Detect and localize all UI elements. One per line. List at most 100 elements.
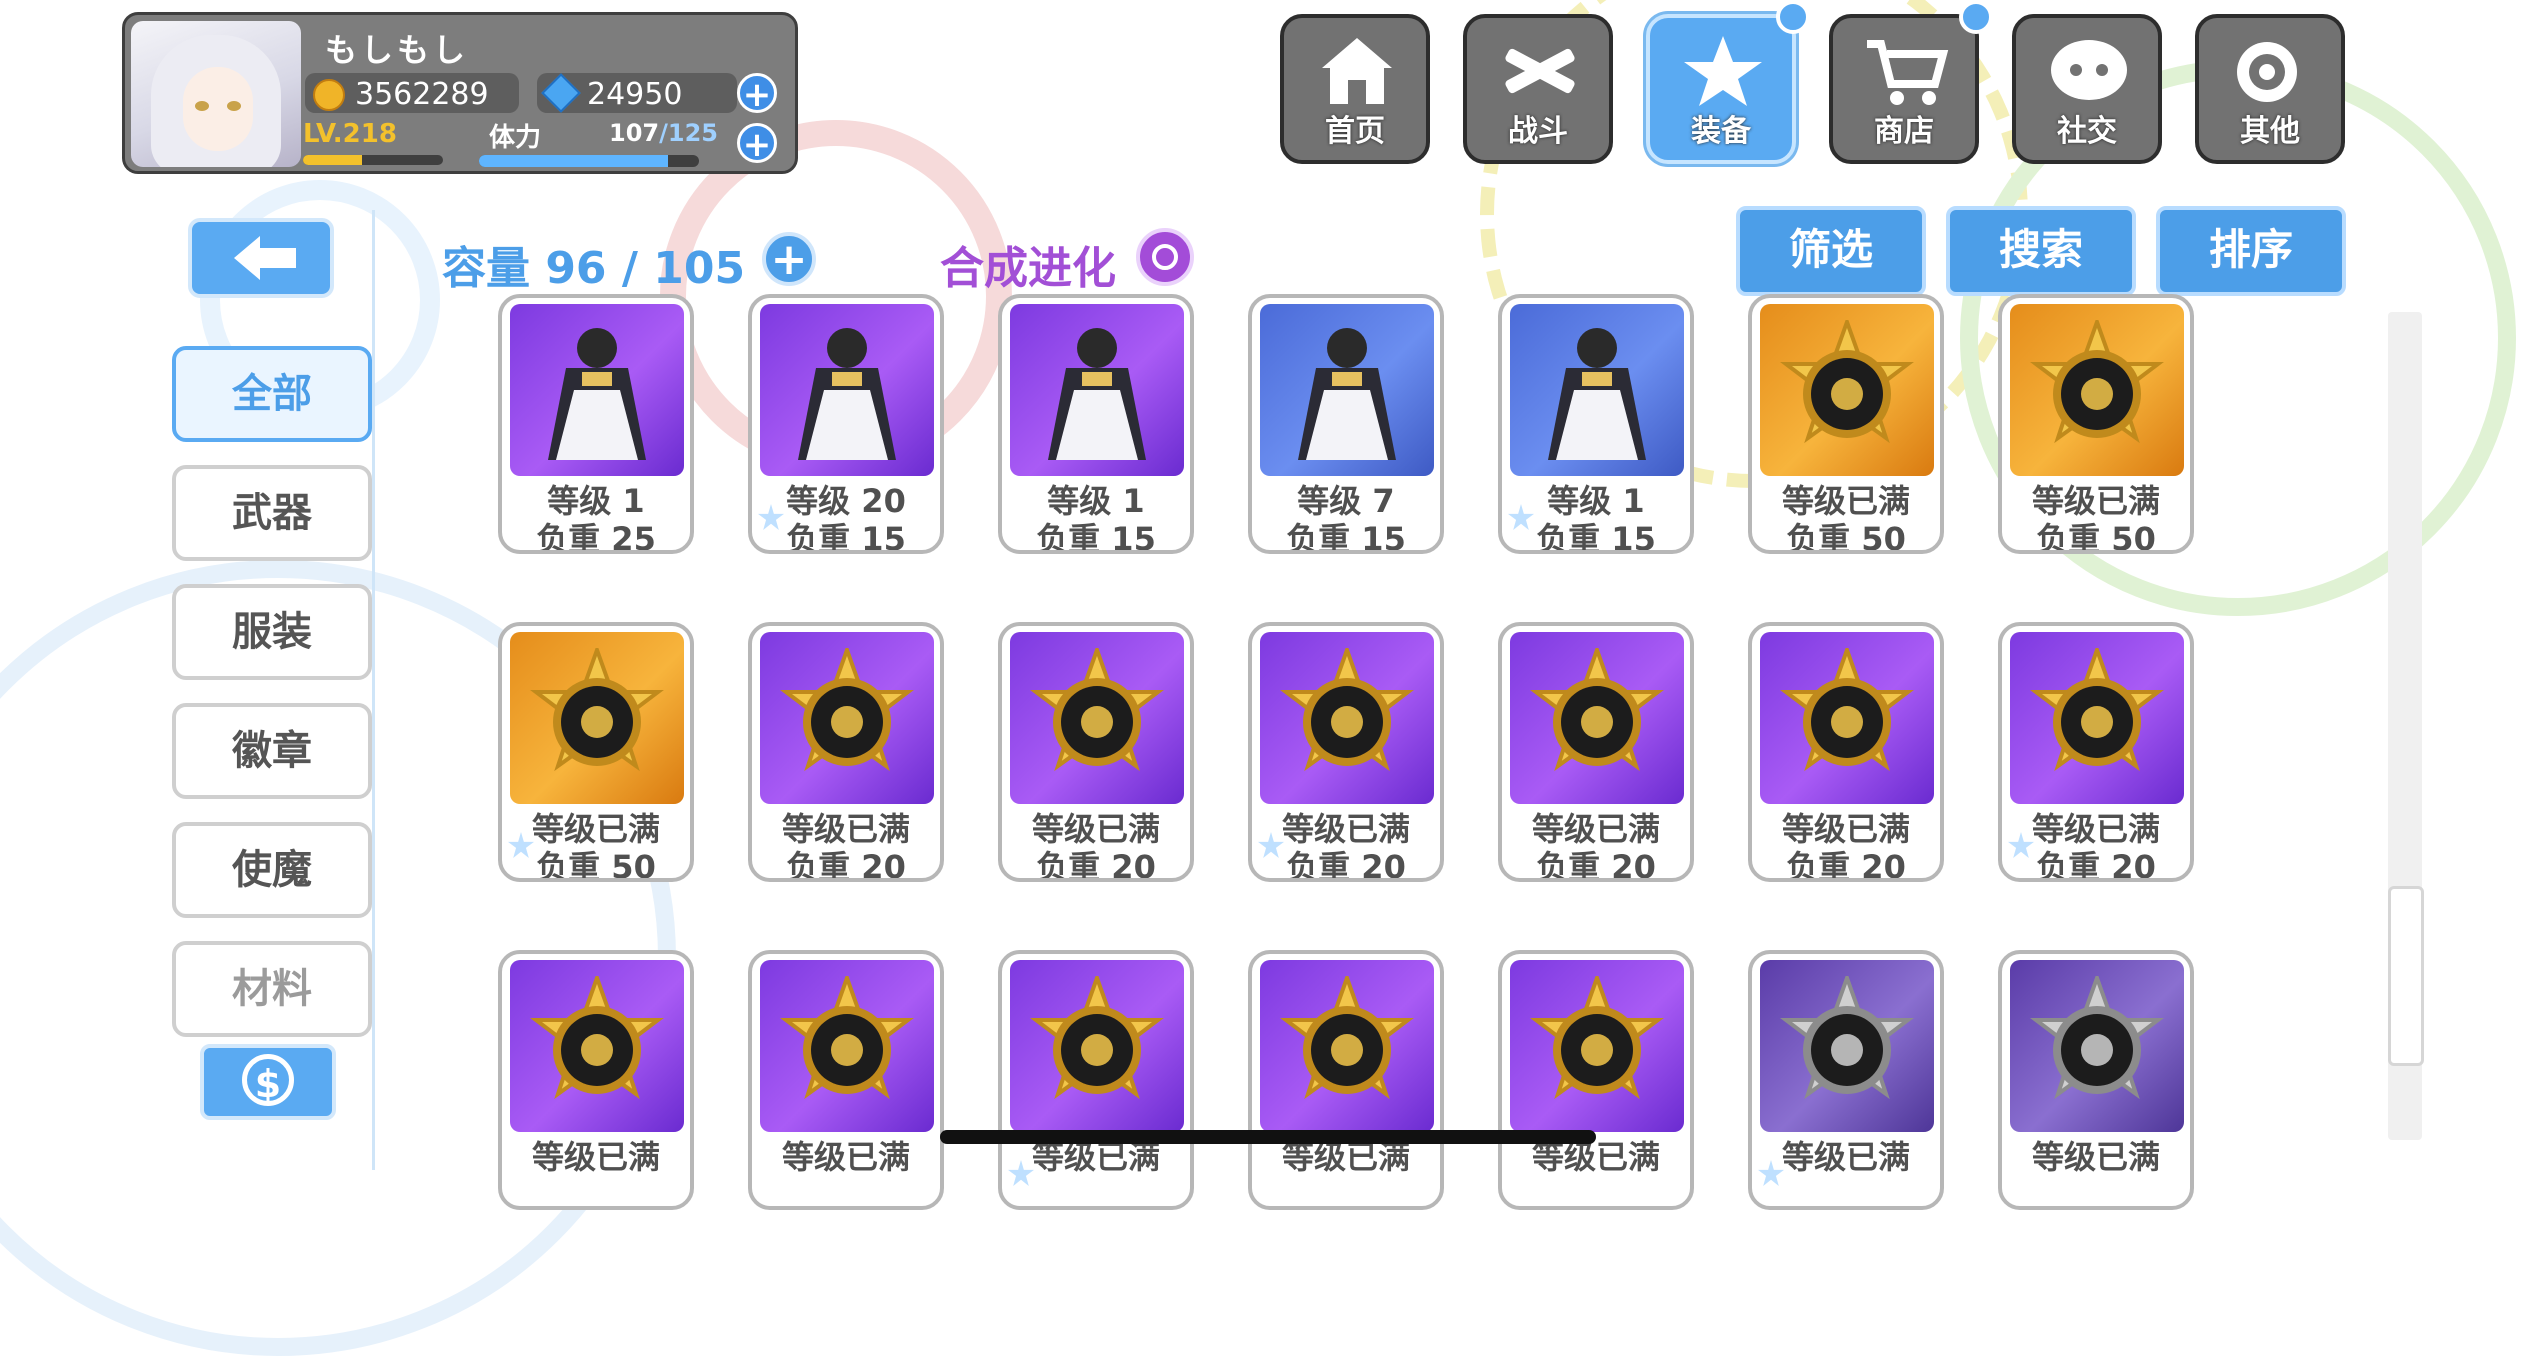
username: もしもし	[325, 31, 470, 69]
back-button[interactable]	[188, 218, 334, 298]
item-thumbnail	[1760, 960, 1934, 1132]
synthesis-icon[interactable]	[1136, 228, 1194, 286]
inventory-item-card[interactable]: 等级 1 负重 15	[998, 294, 1194, 554]
item-weight: 负重 15	[1286, 520, 1406, 554]
badge-medal-icon	[2030, 320, 2164, 444]
sidebar-tab-5[interactable]: 材料	[172, 941, 372, 1037]
inventory-item-card[interactable]: 等级已满 负重 50	[1748, 294, 1944, 554]
item-thumbnail	[1010, 304, 1184, 476]
costume-icon	[798, 328, 896, 460]
inventory-item-card[interactable]: 等级 20 负重 15	[748, 294, 944, 554]
nav-button-4[interactable]: 社交	[2012, 14, 2162, 164]
add-gems-button[interactable]: +	[737, 73, 777, 114]
item-weight: 负重 20	[1536, 848, 1656, 882]
inventory-item-card[interactable]: 等级已满 负重 20	[998, 622, 1194, 882]
notification-dot	[1959, 0, 1993, 34]
inventory-item-card[interactable]: 等级已满	[998, 950, 1194, 1210]
item-thumbnail	[1010, 960, 1184, 1132]
item-thumbnail	[760, 304, 934, 476]
inventory-item-card[interactable]: 等级已满	[1748, 950, 1944, 1210]
sidebar-tab-0[interactable]: 全部	[172, 346, 372, 442]
item-thumbnail	[1760, 304, 1934, 476]
coin-icon	[313, 79, 345, 111]
item-thumbnail	[1510, 304, 1684, 476]
nav-button-1[interactable]: 战斗	[1463, 14, 1613, 164]
costume-icon	[548, 328, 646, 460]
inventory-item-card[interactable]: 等级已满 负重 50	[1998, 294, 2194, 554]
currency-button[interactable]	[200, 1044, 336, 1120]
badge-medal-icon	[1030, 976, 1164, 1100]
badge-medal-icon	[1530, 648, 1664, 772]
nav-label: 其他	[2240, 114, 2300, 149]
inventory-item-card[interactable]: 等级已满	[1998, 950, 2194, 1210]
item-weight: 负重 20	[786, 848, 906, 882]
inventory-item-card[interactable]: 等级已满	[1498, 950, 1694, 1210]
badge-medal-icon	[1780, 648, 1914, 772]
sidebar-tab-4[interactable]: 使魔	[172, 822, 372, 918]
nav-label: 首页	[1325, 114, 1385, 149]
inventory-item-card[interactable]: 等级已满	[1248, 950, 1444, 1210]
scrollbar-thumb[interactable]	[2388, 886, 2424, 1066]
gem-icon	[541, 73, 581, 113]
item-thumbnail	[1260, 632, 1434, 804]
item-thumbnail	[1510, 960, 1684, 1132]
inventory-item-card[interactable]: 等级 1 负重 15	[1498, 294, 1694, 554]
badge-medal-icon	[780, 976, 914, 1100]
item-level: 等级已满	[2031, 1138, 2160, 1176]
item-thumbnail	[2010, 960, 2184, 1132]
sort-button[interactable]: 排序	[2156, 206, 2346, 296]
badge-medal-icon	[780, 648, 914, 772]
filter-button[interactable]: 筛选	[1736, 206, 1926, 296]
search-button[interactable]: 搜索	[1946, 206, 2136, 296]
badge-medal-icon	[1780, 976, 1914, 1100]
inventory-item-card[interactable]: 等级已满 负重 50	[498, 622, 694, 882]
costume-icon	[1048, 328, 1146, 460]
nav-button-0[interactable]: 首页	[1280, 14, 1430, 164]
item-weight: 负重 50	[536, 848, 656, 882]
nav-label: 社交	[2057, 114, 2117, 149]
gem-amount: 24950	[587, 77, 683, 112]
cart-icon	[1867, 40, 1949, 105]
nav-button-2[interactable]: 装备	[1646, 14, 1796, 164]
expand-capacity-button[interactable]: +	[762, 232, 816, 286]
inventory-item-card[interactable]: 等级已满 负重 20	[1248, 622, 1444, 882]
item-thumbnail	[510, 304, 684, 476]
item-thumbnail	[760, 960, 934, 1132]
inventory-item-card[interactable]: 等级已满	[498, 950, 694, 1210]
inventory-item-card[interactable]: 等级已满 负重 20	[1748, 622, 1944, 882]
inventory-item-card[interactable]: 等级已满 负重 20	[1998, 622, 2194, 882]
item-weight: 负重 15	[786, 520, 906, 554]
badge-medal-icon	[530, 648, 664, 772]
synthesis-evolution-label[interactable]: 合成进化	[940, 232, 1116, 296]
star-gun-icon	[1684, 36, 1762, 106]
inventory-item-card[interactable]: 等级已满 负重 20	[1498, 622, 1694, 882]
mascot-icon	[2051, 40, 2127, 100]
sidebar-tab-3[interactable]: 徽章	[172, 703, 372, 799]
item-weight: 负重 20	[1786, 848, 1906, 882]
costume-icon	[1548, 328, 1646, 460]
inventory-item-card[interactable]: 等级 7 负重 15	[1248, 294, 1444, 554]
player-profile-panel[interactable]: もしもし 3562289 24950 + LV.218 体力 107/125 +	[122, 12, 798, 174]
item-thumbnail	[1260, 960, 1434, 1132]
gem-counter: 24950	[537, 73, 737, 113]
badge-medal-icon	[1530, 976, 1664, 1100]
item-level: 等级已满	[781, 1138, 910, 1176]
inventory-item-card[interactable]: 等级已满	[748, 950, 944, 1210]
stamina-max: /125	[659, 119, 718, 147]
sidebar-tab-2[interactable]: 服装	[172, 584, 372, 680]
item-weight: 负重 50	[1786, 520, 1906, 554]
sidebar-tab-1[interactable]: 武器	[172, 465, 372, 561]
item-weight: 负重 25	[536, 520, 656, 554]
nav-button-5[interactable]: 其他	[2195, 14, 2345, 164]
inventory-item-card[interactable]: 等级 1 负重 25	[498, 294, 694, 554]
item-thumbnail	[2010, 632, 2184, 804]
item-thumbnail	[1260, 304, 1434, 476]
nav-label: 战斗	[1508, 114, 1568, 149]
avatar[interactable]	[131, 21, 301, 167]
inventory-item-card[interactable]: 等级已满 负重 20	[748, 622, 944, 882]
sidebar-divider	[372, 210, 375, 1170]
nav-button-3[interactable]: 商店	[1829, 14, 1979, 164]
add-stamina-button[interactable]: +	[737, 123, 777, 164]
home-indicator[interactable]	[940, 1130, 1596, 1144]
item-weight: 负重 20	[1286, 848, 1406, 882]
